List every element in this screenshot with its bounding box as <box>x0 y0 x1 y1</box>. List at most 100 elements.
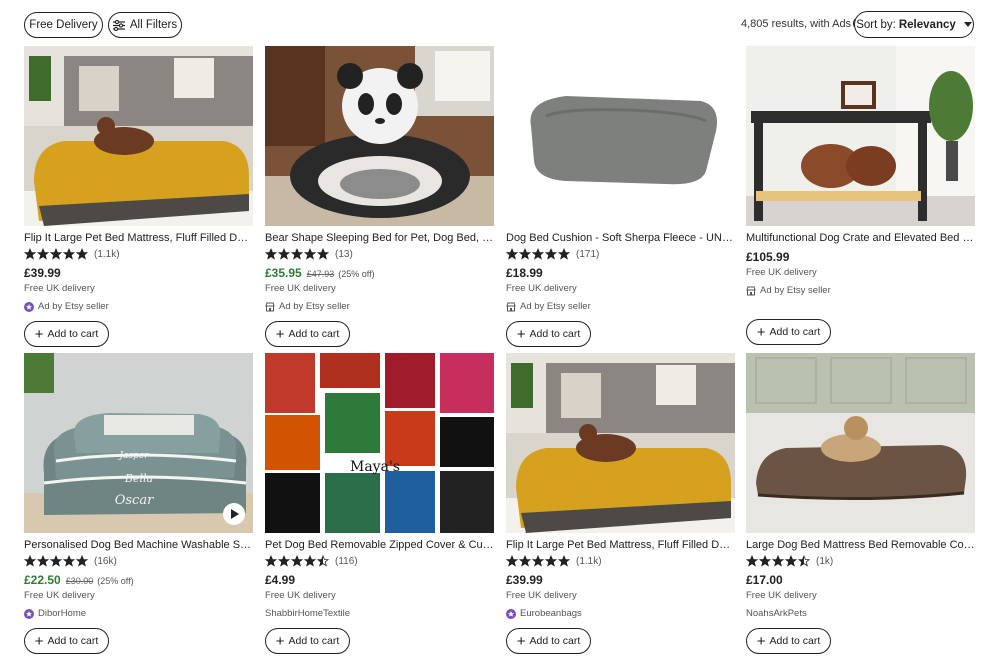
product-card[interactable]: Bear Shape Sleeping Bed for Pet, Dog Bed… <box>265 46 494 347</box>
review-count: (1.1k) <box>576 555 602 567</box>
product-image[interactable] <box>24 46 253 226</box>
delivery-note: Free UK delivery <box>506 283 577 294</box>
add-to-cart-button[interactable]: + Add to cart <box>265 321 350 347</box>
price: £4.99 <box>265 573 296 587</box>
rating: (13) <box>265 247 494 261</box>
product-image[interactable] <box>746 353 975 533</box>
sort-value: Relevancy <box>898 18 956 31</box>
seller-name: Ad by Etsy seller <box>279 301 350 312</box>
add-to-cart-label: Add to cart <box>288 328 340 340</box>
product-title[interactable]: Dog Bed Cushion - Soft Sherpa Fleece - U… <box>506 232 735 244</box>
product-card[interactable]: Maya's Pet Dog Bed Removable Zipped Cove… <box>265 353 494 654</box>
discount: (25% off) <box>97 576 134 586</box>
results-count: 4,805 results, with Ads ? <box>741 17 867 30</box>
star-icon <box>317 555 329 567</box>
shop-icon <box>506 302 516 312</box>
seller-row: Ad by Etsy seller <box>506 301 735 312</box>
review-count: (116) <box>335 555 358 567</box>
product-image[interactable] <box>506 353 735 533</box>
add-to-cart-button[interactable]: + Add to cart <box>24 628 109 654</box>
star-icon <box>37 555 49 567</box>
product-image[interactable] <box>265 46 494 226</box>
delivery-note: Free UK delivery <box>24 590 95 601</box>
shop-icon <box>746 286 756 296</box>
product-image[interactable] <box>506 46 735 226</box>
video-play-button[interactable] <box>223 503 245 525</box>
add-to-cart-button[interactable]: + Add to cart <box>24 321 109 347</box>
add-to-cart-button[interactable]: + Add to cart <box>746 319 831 345</box>
add-to-cart-button[interactable]: + Add to cart <box>506 321 591 347</box>
add-to-cart-label: Add to cart <box>529 328 581 340</box>
rating: (1k) <box>746 554 975 568</box>
star-icon <box>785 555 797 567</box>
star-rating <box>746 555 811 567</box>
svg-text:Maya's: Maya's <box>350 459 400 475</box>
rating: (1.1k) <box>24 247 253 261</box>
star-icon <box>278 555 290 567</box>
all-filters-button[interactable]: All Filters <box>108 12 182 38</box>
product-card[interactable]: Flip It Large Pet Bed Mattress, Fluff Fi… <box>24 46 253 347</box>
plus-icon: + <box>275 632 285 650</box>
product-title[interactable]: Flip It Large Pet Bed Mattress, Fluff Fi… <box>506 539 735 551</box>
star-icon <box>291 555 303 567</box>
star-icon <box>759 555 771 567</box>
product-title[interactable]: Large Dog Bed Mattress Bed Removable Cov… <box>746 539 975 551</box>
product-card[interactable]: Oscar Bella Jasper Personalised Dog Bed … <box>24 353 253 654</box>
seller-row: DiborHome <box>24 608 253 619</box>
discount: (25% off) <box>338 269 375 279</box>
star-icon <box>265 555 277 567</box>
price: £17.00 <box>746 573 783 587</box>
free-delivery-label: Free Delivery <box>29 19 98 31</box>
seller-name[interactable]: ShabbirHomeTextile <box>265 608 350 619</box>
star-icon <box>291 248 303 260</box>
product-image[interactable]: Maya's <box>265 353 494 533</box>
price-row: £22.50 £30.00 (25% off) <box>24 573 253 587</box>
star-icon <box>37 248 49 260</box>
all-filters-label: All Filters <box>129 19 178 31</box>
star-icon <box>545 248 557 260</box>
star-icon <box>798 555 810 567</box>
star-icon <box>532 555 544 567</box>
price-row: £105.99 <box>746 250 975 264</box>
seller-name: Ad by Etsy seller <box>520 301 591 312</box>
seller-name[interactable]: NoahsArkPets <box>746 608 807 619</box>
seller-row: Ad by Etsy seller <box>24 301 253 312</box>
star-icon <box>558 555 570 567</box>
product-title[interactable]: Bear Shape Sleeping Bed for Pet, Dog Bed… <box>265 232 494 244</box>
play-icon <box>230 509 239 519</box>
star-badge-icon <box>24 301 34 312</box>
product-title[interactable]: Pet Dog Bed Removable Zipped Cover & Cus… <box>265 539 494 551</box>
star-icon <box>317 248 329 260</box>
add-to-cart-button[interactable]: + Add to cart <box>265 628 350 654</box>
star-icon <box>24 555 36 567</box>
product-image[interactable] <box>746 46 975 226</box>
seller-name[interactable]: DiborHome <box>38 608 86 619</box>
product-card[interactable]: Multifunctional Dog Crate and Elevated B… <box>746 46 975 345</box>
svg-text:Bella: Bella <box>124 472 153 485</box>
star-rating <box>24 248 89 260</box>
add-to-cart-button[interactable]: + Add to cart <box>746 628 831 654</box>
chevron-down-icon <box>963 22 972 27</box>
rating: (171) <box>506 247 735 261</box>
product-card[interactable]: Dog Bed Cushion - Soft Sherpa Fleece - U… <box>506 46 735 347</box>
price-row: £17.00 <box>746 573 975 587</box>
star-icon <box>519 248 531 260</box>
delivery-note: Free UK delivery <box>746 267 817 278</box>
results-text: 4,805 results, with Ads <box>741 17 852 30</box>
product-title[interactable]: Flip It Large Pet Bed Mattress, Fluff Fi… <box>24 232 253 244</box>
star-icon <box>63 555 75 567</box>
add-to-cart-button[interactable]: + Add to cart <box>506 628 591 654</box>
product-image[interactable]: Oscar Bella Jasper <box>24 353 253 533</box>
product-title[interactable]: Multifunctional Dog Crate and Elevated B… <box>746 232 975 244</box>
sort-dropdown[interactable]: Sort by: Relevancy <box>854 11 974 38</box>
free-delivery-filter-button[interactable]: Free Delivery <box>24 12 103 38</box>
plus-icon: + <box>516 632 526 650</box>
product-card[interactable]: Flip It Large Pet Bed Mattress, Fluff Fi… <box>506 353 735 654</box>
product-card[interactable]: Large Dog Bed Mattress Bed Removable Cov… <box>746 353 975 654</box>
product-title[interactable]: Personalised Dog Bed Machine Washable Su… <box>24 539 253 551</box>
plus-icon: + <box>756 632 766 650</box>
star-rating <box>506 248 571 260</box>
shop-icon <box>265 302 275 312</box>
star-icon <box>304 248 316 260</box>
seller-name[interactable]: Eurobeanbags <box>520 608 582 619</box>
